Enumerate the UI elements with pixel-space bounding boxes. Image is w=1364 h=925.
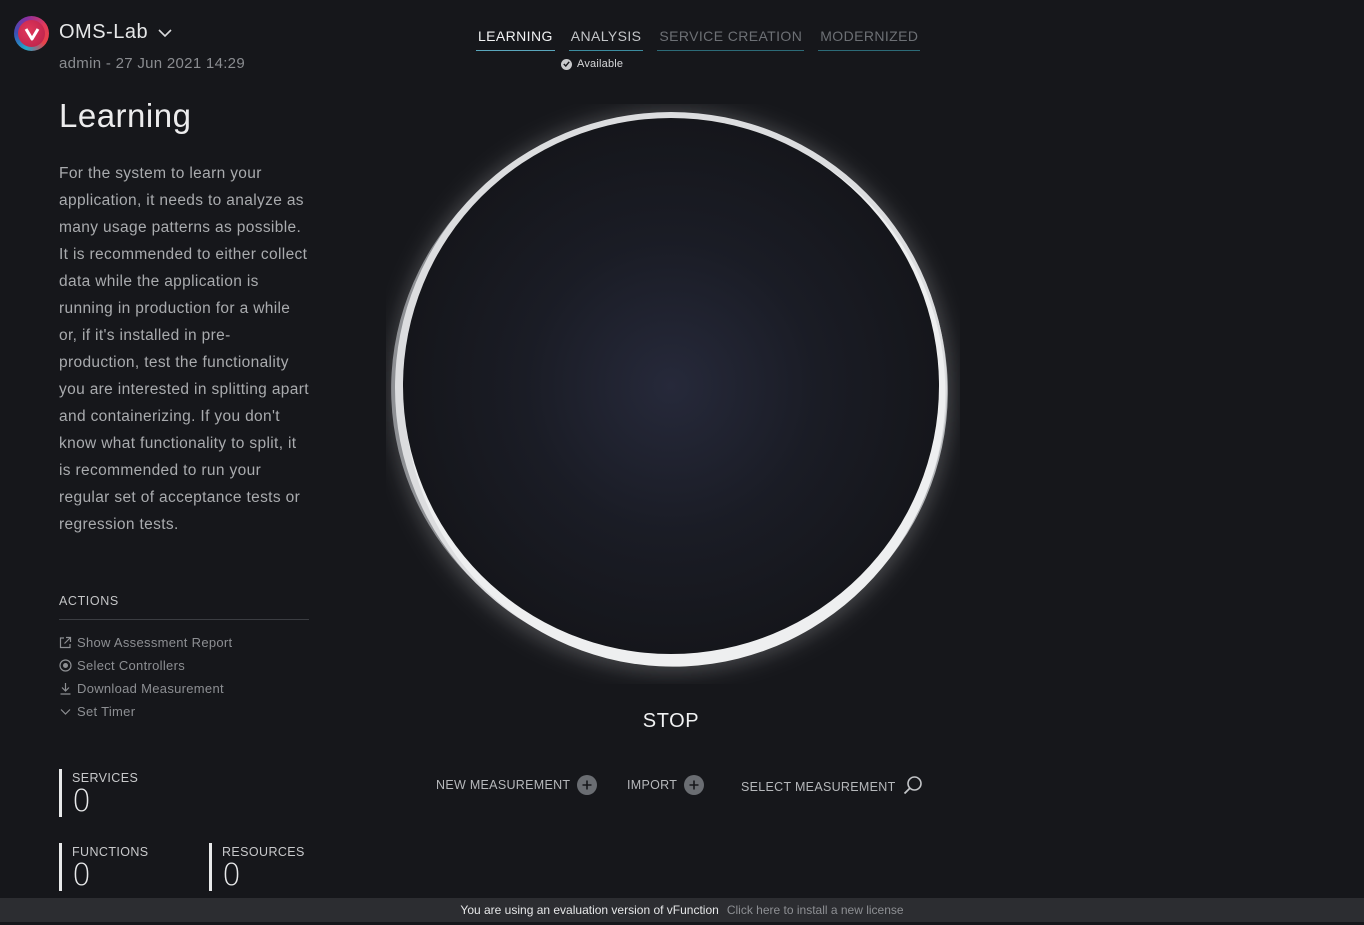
import-label: IMPORT: [627, 778, 678, 792]
phase-tabs: LEARNING ANALYSIS SERVICE CREATION MODER…: [476, 28, 921, 51]
tab-service-creation[interactable]: SERVICE CREATION: [657, 28, 805, 51]
tab-modernized[interactable]: MODERNIZED: [818, 28, 921, 51]
new-measurement-button[interactable]: NEW MEASUREMENT: [436, 775, 598, 795]
services-stat: SERVICES 0: [59, 769, 139, 819]
select-controllers-action[interactable]: Select Controllers: [59, 654, 232, 677]
search-icon: [903, 775, 923, 798]
action-label: Download Measurement: [77, 681, 224, 696]
stop-button[interactable]: STOP: [631, 710, 711, 733]
tab-learning[interactable]: LEARNING: [476, 28, 555, 51]
action-label: Select Controllers: [77, 658, 185, 673]
tab-analysis[interactable]: ANALYSIS: [568, 28, 644, 51]
new-measurement-label: NEW MEASUREMENT: [436, 778, 571, 792]
app-selector[interactable]: OMS-Lab: [59, 21, 172, 44]
evaluation-banner: You are using an evaluation version of v…: [0, 898, 1364, 922]
page-title: Learning: [59, 97, 192, 134]
evaluation-message: You are using an evaluation version of v…: [460, 903, 719, 917]
download-icon: [60, 683, 71, 695]
actions-heading: ACTIONS: [59, 594, 119, 608]
functions-stat: FUNCTIONS 0: [59, 843, 149, 893]
services-label: SERVICES: [72, 771, 139, 785]
learning-description: For the system to learn your application…: [59, 165, 309, 533]
services-value: 0: [72, 784, 92, 819]
availability-status: Available: [561, 58, 623, 70]
action-label: Show Assessment Report: [77, 635, 233, 650]
select-measurement-label: SELECT MEASUREMENT: [741, 779, 896, 794]
external-link-icon: [59, 636, 72, 649]
availability-label: Available: [577, 58, 624, 70]
actions-list: Show Assessment Report Select Controller…: [59, 631, 232, 723]
resources-stat: RESOURCES 0: [209, 843, 305, 893]
functions-value: 0: [72, 858, 92, 893]
check-circle-icon: [561, 58, 572, 70]
functions-label: FUNCTIONS: [72, 845, 149, 859]
resources-value: 0: [222, 858, 242, 893]
user-timestamp: admin - 27 Jun 2021 14:29: [59, 55, 245, 72]
set-timer-action[interactable]: Set Timer: [59, 700, 232, 723]
plus-icon: [577, 775, 598, 795]
radio-target-icon: [59, 659, 72, 672]
show-assessment-report-action[interactable]: Show Assessment Report: [59, 631, 232, 654]
app-name: OMS-Lab: [59, 21, 149, 43]
plus-icon: [684, 775, 705, 795]
download-measurement-action[interactable]: Download Measurement: [59, 677, 232, 700]
action-label: Set Timer: [77, 704, 136, 719]
vfunction-logo: [14, 16, 49, 51]
select-measurement-button[interactable]: SELECT MEASUREMENT: [741, 775, 923, 798]
chevron-down-icon: [60, 709, 71, 715]
resources-label: RESOURCES: [222, 845, 305, 859]
learning-orb[interactable]: [386, 104, 960, 684]
actions-divider: [59, 619, 309, 620]
install-license-link[interactable]: Click here to install a new license: [727, 903, 904, 917]
import-button[interactable]: IMPORT: [627, 775, 705, 795]
chevron-down-icon: [158, 21, 172, 44]
